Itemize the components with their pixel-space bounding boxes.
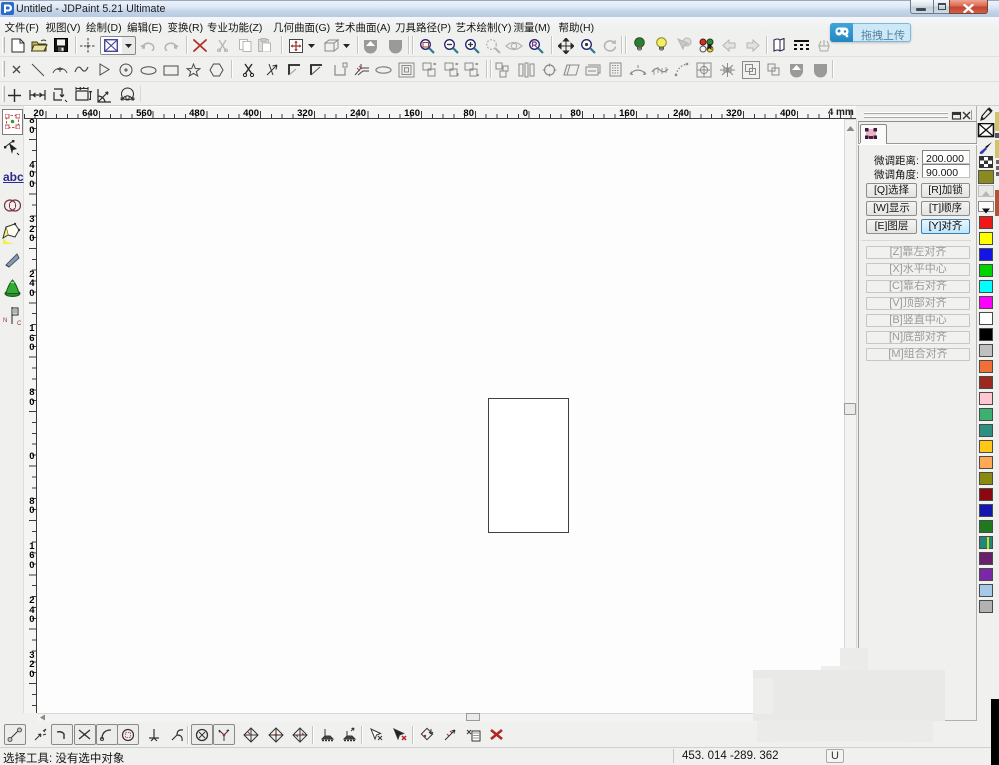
svg-text:160: 160 <box>404 108 420 118</box>
svg-text:0: 0 <box>29 397 34 408</box>
svg-text:640: 640 <box>82 108 98 118</box>
svg-text:0: 0 <box>29 560 34 571</box>
svg-text:0: 0 <box>523 108 528 118</box>
svg-text:0: 0 <box>29 179 34 190</box>
svg-text:480: 480 <box>189 108 205 118</box>
svg-text:0: 0 <box>29 505 34 516</box>
svg-text:80: 80 <box>463 108 474 118</box>
svg-text:0: 0 <box>29 125 34 136</box>
svg-text:0: 0 <box>29 614 34 625</box>
svg-text:720: 720 <box>28 108 44 118</box>
svg-text:400: 400 <box>243 108 259 118</box>
svg-text:240: 240 <box>673 108 689 118</box>
svg-text:0: 0 <box>29 669 34 680</box>
svg-text:560: 560 <box>136 108 152 118</box>
svg-text:0: 0 <box>29 342 34 353</box>
svg-text:C: C <box>17 321 22 326</box>
svg-text:N: N <box>3 318 7 324</box>
svg-text:0: 0 <box>29 451 34 462</box>
svg-text:160: 160 <box>619 108 635 118</box>
svg-text:320: 320 <box>297 108 313 118</box>
svg-text:80: 80 <box>570 108 581 118</box>
svg-text:0: 0 <box>29 233 34 244</box>
svg-text:0: 0 <box>29 288 34 299</box>
svg-text:400: 400 <box>780 108 796 118</box>
svg-text:240: 240 <box>350 108 366 118</box>
svg-text:320: 320 <box>726 108 742 118</box>
